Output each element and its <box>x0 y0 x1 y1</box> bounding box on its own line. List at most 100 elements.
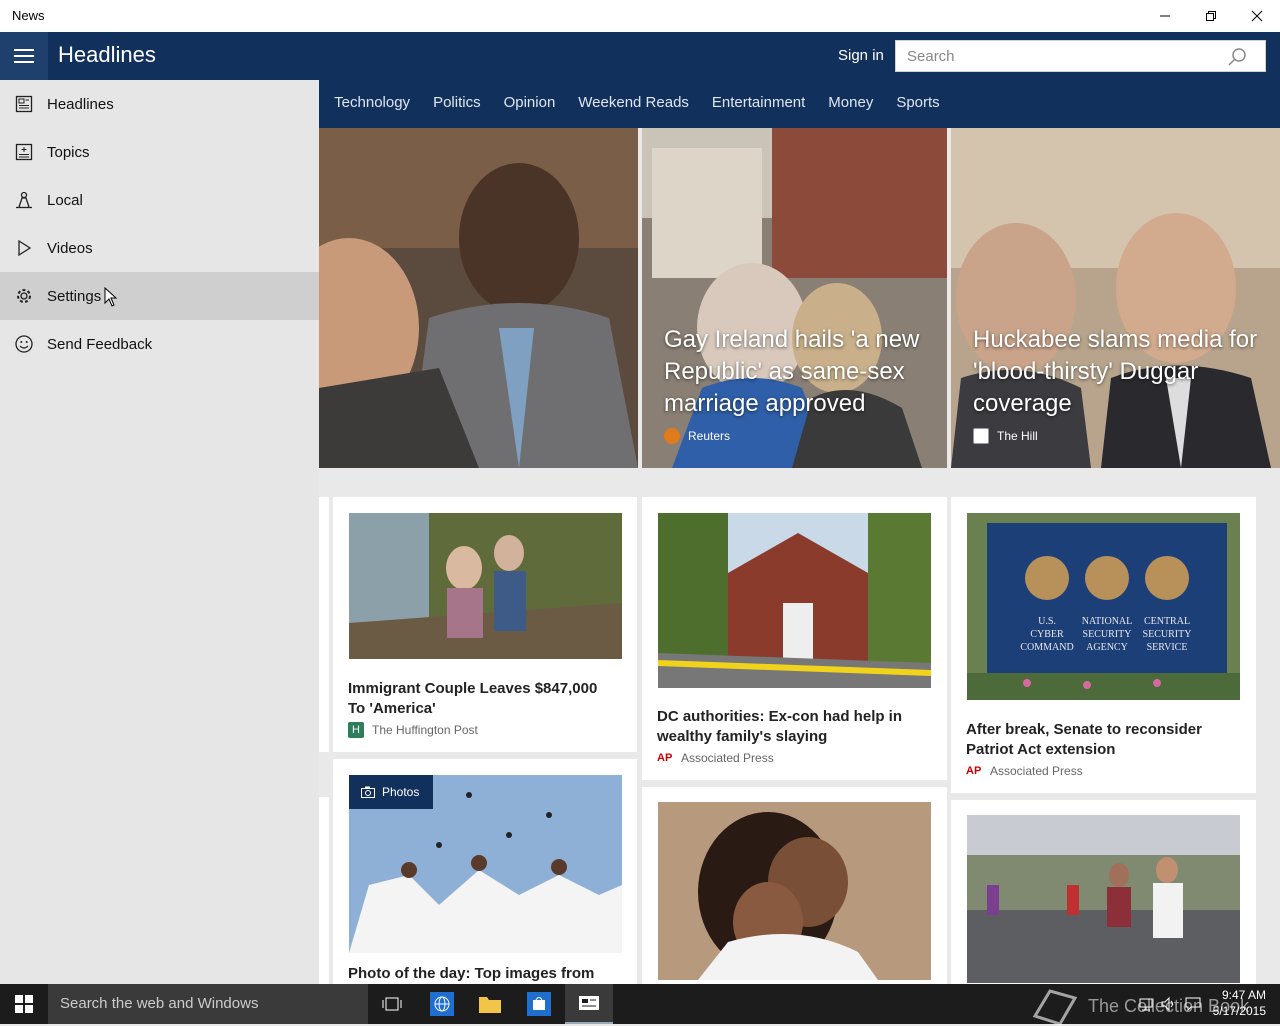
news-card[interactable]: DC authorities: Ex-con had help in wealt… <box>642 497 947 780</box>
card-image <box>967 815 1240 983</box>
sign-text: SERVICE <box>1147 642 1188 653</box>
nav-item-videos[interactable]: Videos <box>0 224 319 272</box>
camera-icon <box>361 786 375 798</box>
sign-text: SECURITY <box>1083 629 1132 640</box>
hero-story-2[interactable]: Gay Ireland hails 'a new Republic' as sa… <box>642 128 947 468</box>
topics-icon <box>15 143 32 161</box>
tab-politics[interactable]: Politics <box>433 94 481 118</box>
category-tabs: t Technology Politics Opinion Weekend Re… <box>312 94 963 118</box>
nav-item-label: Send Feedback <box>47 335 153 353</box>
app-title: News <box>12 8 45 23</box>
card-image <box>658 802 931 980</box>
hero-source-label: Reuters <box>688 429 731 443</box>
taskbar-search-input[interactable]: Search the web and Windows <box>48 984 368 1024</box>
hero-headline: Gay Ireland hails 'a new Republic' as sa… <box>664 326 920 417</box>
network-icon[interactable] <box>1138 996 1154 1012</box>
hero-photo-courtroom <box>319 128 638 468</box>
card-source-label: Associated Press <box>681 751 774 765</box>
taskbar-browser-button[interactable] <box>418 984 466 1024</box>
card-title: DC authorities: Ex-con had help in wealt… <box>657 708 903 745</box>
tab-money[interactable]: Money <box>828 94 873 118</box>
clock-date: 5/17/2015 <box>1212 1004 1266 1018</box>
hero-story-3[interactable]: Huckabee slams media for 'blood-thirsty'… <box>951 128 1280 468</box>
sign-in-link[interactable]: Sign in <box>838 47 884 64</box>
hamburger-menu-button[interactable] <box>0 32 48 80</box>
taskbar-file-explorer-button[interactable] <box>466 984 514 1024</box>
play-icon <box>17 239 31 257</box>
close-button[interactable] <box>1234 0 1280 32</box>
minimize-icon <box>1160 15 1170 17</box>
volume-icon[interactable] <box>1160 996 1176 1012</box>
folder-icon <box>479 997 501 1013</box>
sign-text: AGENCY <box>1086 642 1128 653</box>
tab-entertainment[interactable]: Entertainment <box>712 94 805 118</box>
photos-badge: Photos <box>349 775 433 809</box>
windows-logo-icon <box>15 995 33 1013</box>
news-card[interactable]: U.S. NATIONAL CENTRAL CYBER SECURITY SEC… <box>951 497 1256 793</box>
huffington-post-logo-icon: H <box>348 722 364 738</box>
book-watermark-icon <box>1032 989 1078 1026</box>
hero-source-label: The Hill <box>997 429 1038 443</box>
smiley-icon <box>14 335 33 353</box>
start-button[interactable] <box>0 984 48 1024</box>
card-source: AP Associated Press <box>657 750 774 766</box>
mouse-cursor-icon <box>104 287 118 307</box>
news-app-icon <box>579 996 599 1010</box>
taskbar-news-button[interactable] <box>565 984 613 1024</box>
nav-item-label: Local <box>47 191 83 209</box>
card-source-label: Associated Press <box>990 764 1083 778</box>
hero-headline: Huckabee slams media for 'blood-thirsty'… <box>973 326 1258 417</box>
taskbar: Search the web and Windows The Collectio… <box>0 984 1280 1026</box>
news-card[interactable] <box>642 787 947 984</box>
task-view-button[interactable] <box>368 984 416 1024</box>
card-image: Photos <box>349 775 622 953</box>
news-card[interactable]: Photos Photo of the day: Top images from <box>333 759 637 984</box>
newspaper-icon <box>15 95 32 113</box>
nav-item-topics[interactable]: Topics <box>0 128 319 176</box>
tab-technology[interactable]: Technology <box>334 94 410 118</box>
globe-icon <box>430 992 454 1016</box>
restore-icon <box>1206 11 1216 21</box>
notifications-icon[interactable] <box>1185 996 1201 1012</box>
tab-weekend-reads[interactable]: Weekend Reads <box>578 94 689 118</box>
photos-badge-label: Photos <box>382 785 420 799</box>
search-icon[interactable] <box>1227 47 1247 67</box>
nav-item-settings[interactable]: Settings <box>0 272 319 320</box>
nav-item-send-feedback[interactable]: Send Feedback <box>0 320 319 368</box>
sign-text: NATIONAL <box>1082 616 1133 627</box>
offscreen-card-edge <box>319 497 329 752</box>
clock[interactable]: 9:47 AM 5/17/2015 <box>1206 987 1266 1019</box>
taskbar-store-button[interactable] <box>515 984 563 1024</box>
store-icon <box>527 992 551 1016</box>
sign-text: U.S. <box>1038 616 1056 627</box>
hero-source: Reuters <box>664 428 730 444</box>
news-card[interactable]: Immigrant Couple Leaves $847,000 To 'Ame… <box>333 497 637 752</box>
page-title: Headlines <box>58 42 156 67</box>
restore-button[interactable] <box>1188 0 1234 32</box>
hero-story-1[interactable] <box>319 128 638 468</box>
card-image: U.S. NATIONAL CENTRAL CYBER SECURITY SEC… <box>967 513 1240 700</box>
local-icon <box>15 191 32 209</box>
card-source: H The Huffington Post <box>348 722 478 738</box>
nav-item-label: Videos <box>47 239 93 257</box>
card-source: AP Associated Press <box>966 763 1083 779</box>
tab-opinion[interactable]: Opinion <box>504 94 556 118</box>
search-placeholder: Search <box>907 48 955 65</box>
search-input[interactable]: Search <box>895 40 1266 72</box>
close-icon <box>1251 10 1263 22</box>
minimize-button[interactable] <box>1142 0 1188 32</box>
nav-item-label: Topics <box>47 143 90 161</box>
card-title: Photo of the day: Top images from <box>348 965 595 982</box>
clock-time: 9:47 AM <box>1221 988 1266 1002</box>
sign-text: SECURITY <box>1143 629 1192 640</box>
offscreen-card-edge <box>319 797 329 984</box>
gear-icon <box>16 289 31 303</box>
hero-source: The Hill <box>973 428 1038 444</box>
card-source-label: The Huffington Post <box>372 723 478 737</box>
nav-item-headlines[interactable]: Headlines <box>0 80 319 128</box>
tab-sports[interactable]: Sports <box>896 94 939 118</box>
card-title: Immigrant Couple Leaves $847,000 To 'Ame… <box>348 680 598 717</box>
nav-item-label: Headlines <box>47 95 114 113</box>
nav-item-local[interactable]: Local <box>0 176 319 224</box>
news-card[interactable] <box>951 800 1256 984</box>
